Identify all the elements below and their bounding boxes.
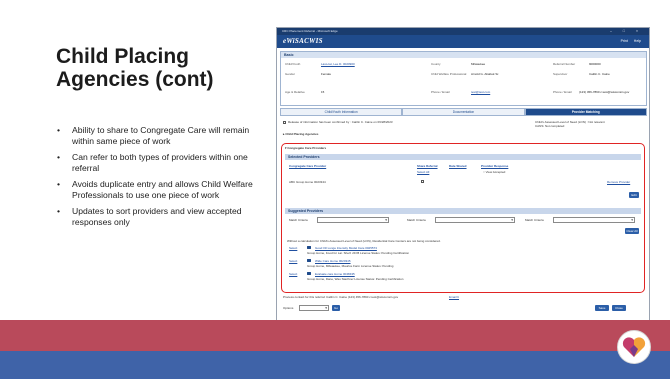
selected-providers-header: Selected Providers xyxy=(285,154,641,160)
provider-name-link[interactable]: Evaluate care Home 0048435 xyxy=(315,272,355,276)
bullet-item: Updates to sort providers and view accep… xyxy=(56,206,256,227)
field-label: Supervisor xyxy=(553,72,568,76)
provider-detail: Group Home, Dane, Wau Stachner License S… xyxy=(307,277,404,281)
provider-name-link[interactable]: Wide Care Home 0020345 xyxy=(315,259,351,263)
field-label: Phone / Email xyxy=(431,90,450,94)
child-placing-agencies-toggle[interactable]: ▸ Child Placing Agencies xyxy=(283,132,318,136)
edit-button[interactable]: Edit xyxy=(629,192,639,198)
release-checkbox[interactable] xyxy=(283,120,286,124)
field-value: 15 xyxy=(321,90,325,94)
bullet-item: Ability to share to Congregate Care will… xyxy=(56,125,256,146)
heart-icon xyxy=(622,337,646,357)
match-criteria-select[interactable] xyxy=(435,217,515,223)
save-button[interactable]: Save xyxy=(595,305,609,311)
app-brand: eWiSACWIS xyxy=(283,37,323,45)
print-link[interactable]: Print xyxy=(621,39,628,43)
match-criteria-select[interactable] xyxy=(317,217,389,223)
field-value: Female xyxy=(321,72,332,76)
select-all-link[interactable]: Select All xyxy=(417,170,429,174)
options-select[interactable] xyxy=(299,305,329,311)
bullet-list: Ability to share to Congregate Care will… xyxy=(56,125,256,233)
select-provider-link[interactable]: Select xyxy=(289,259,297,263)
share-referral-checkbox[interactable] xyxy=(421,180,424,183)
criteria-label: Match Criteria xyxy=(407,218,426,222)
column-provider-response[interactable]: Provider Response xyxy=(481,164,508,168)
congregate-label: Congregate Care Providers xyxy=(287,146,327,150)
tab-provider-matching[interactable]: Provider Matching xyxy=(524,108,647,116)
provider-detail: Group Home, Food for Lar. Shelf. 29 IB L… xyxy=(307,251,410,255)
app-header: eWiSACWIS Print Help xyxy=(277,35,649,48)
provider-row-name: ABC Group Home 0023344 xyxy=(289,180,326,184)
field-value: 9000000 xyxy=(589,62,601,66)
field-value: Milwaukee xyxy=(471,62,486,66)
column-share-referral[interactable]: Share Referral xyxy=(417,164,438,168)
field-label: Phone / Email xyxy=(553,90,572,94)
release-note: Release of information has been confirme… xyxy=(283,120,513,124)
tab-documentation[interactable]: Documentation xyxy=(402,108,525,116)
field-value: Arnold G. Ababuk Sr. xyxy=(471,72,500,76)
column-date-shared[interactable]: Date Shared xyxy=(449,164,467,168)
child-placing-label: Child Placing Agencies xyxy=(285,132,319,136)
window-controls[interactable]: – □ × xyxy=(610,28,643,35)
heart-logo-icon xyxy=(617,330,651,364)
field-label: Child/Youth xyxy=(285,62,301,66)
basic-section: Basic Child/Youth Last-cat, Lee D. 00209… xyxy=(280,51,647,106)
window-title: CRC Placement Referral - Microsoft Edge xyxy=(282,29,338,33)
options-label: Options xyxy=(283,306,294,310)
slide: Child Placing Agencies (cont) Ability to… xyxy=(0,0,670,379)
field-label: Age & Relative xyxy=(285,90,305,94)
column-provider[interactable]: Congregate Care Provider xyxy=(289,164,326,168)
remove-provider-link[interactable]: Remove Provider xyxy=(607,180,630,184)
help-link[interactable]: Help xyxy=(634,39,641,43)
congregate-care-toggle[interactable]: ▾ Congregate Care Providers xyxy=(285,146,326,150)
email-link[interactable]: test@test.com xyxy=(471,90,490,94)
provider-icon xyxy=(307,246,311,249)
provider-detail: Group Home, Milwaukee, Maurice Farm Lice… xyxy=(307,264,394,268)
view-accepted-option[interactable]: ○ View Accepted xyxy=(483,170,505,174)
clear-all-button[interactable]: Clear All xyxy=(625,228,639,234)
basic-header: Basic xyxy=(281,52,646,58)
match-criteria-select[interactable] xyxy=(553,217,635,223)
browser-title-bar: CRC Placement Referral - Microsoft Edge … xyxy=(277,28,649,35)
embedded-screenshot: CRC Placement Referral - Microsoft Edge … xyxy=(276,27,650,321)
bullet-item: Can refer to both types of providers wit… xyxy=(56,152,256,173)
footer-band-red xyxy=(0,320,670,351)
slide-title: Child Placing Agencies (cont) xyxy=(56,45,214,91)
header-links: Print Help xyxy=(621,39,641,43)
criteria-label: Match Criteria xyxy=(289,218,308,222)
contact-footer: Process contact for this referral: Caitl… xyxy=(283,295,399,299)
field-value: Caitlin C. Caine xyxy=(589,72,610,76)
tab-child-youth-information[interactable]: Child/Youth Information xyxy=(280,108,403,116)
field-label: County xyxy=(431,62,441,66)
tab-bar: Child/Youth Information Documentation Pr… xyxy=(280,108,647,116)
lon-note: Child's Assessed Level of Need (LON) : N… xyxy=(535,120,605,128)
field-value: (123) 456-7890 c.test@wisconsin.gov xyxy=(579,90,630,94)
footer-band-blue xyxy=(0,351,670,379)
suggested-intro: Without a calculation for Child's Assess… xyxy=(287,239,441,243)
field-label: Referral Number xyxy=(553,62,576,66)
field-label: Gender xyxy=(285,72,296,76)
close-button[interactable]: Close xyxy=(612,305,626,311)
suggested-providers-header: Suggested Providers xyxy=(285,208,641,214)
bullet-item: Avoids duplicate entry and allows Child … xyxy=(56,179,256,200)
view-accepted-label: View Accepted xyxy=(485,170,506,174)
email-it-link[interactable]: Email It xyxy=(449,295,459,299)
select-provider-link[interactable]: Select xyxy=(289,272,297,276)
criteria-label: Match Criteria xyxy=(525,218,544,222)
child-youth-link[interactable]: Last-cat, Lee D. 0020900 xyxy=(321,62,355,66)
provider-icon xyxy=(307,259,311,262)
release-note-text: Release of information has been confirme… xyxy=(288,120,393,124)
field-label: Child Welfare Professional xyxy=(431,72,467,76)
go-button[interactable]: Go xyxy=(332,305,340,311)
provider-icon xyxy=(307,272,311,275)
select-provider-link[interactable]: Select xyxy=(289,246,297,250)
provider-name-link[interactable]: Good Oil Lunge Intensity Model Care 0025… xyxy=(315,246,377,250)
